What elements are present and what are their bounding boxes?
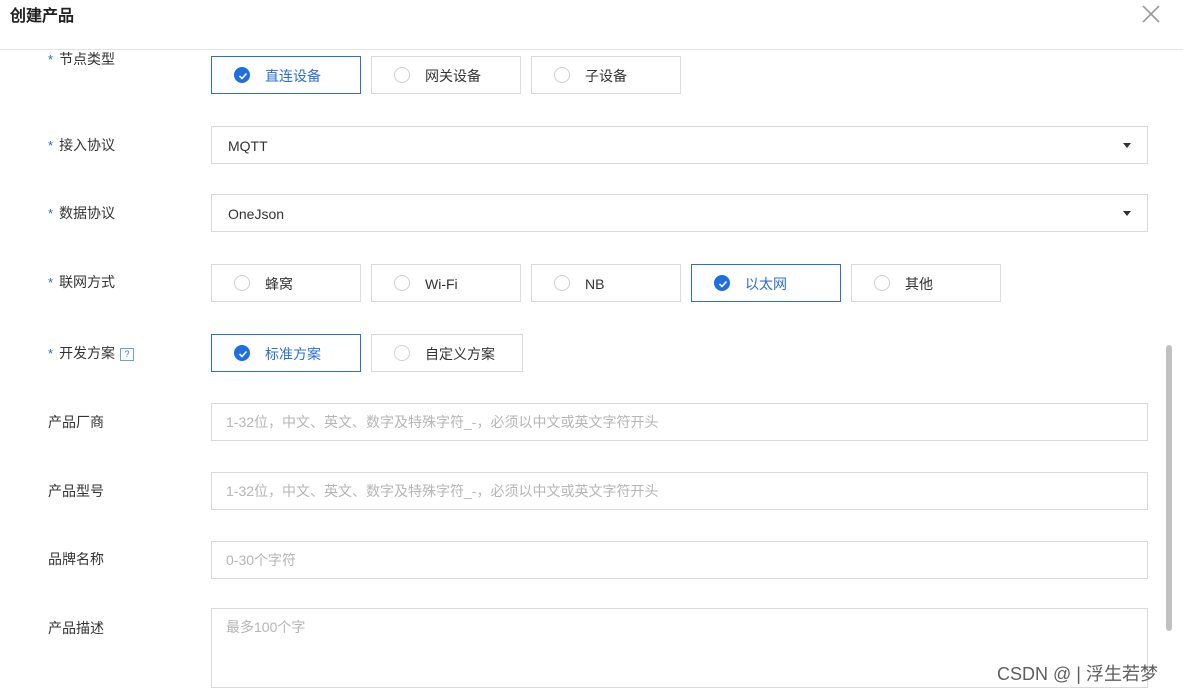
scrollbar[interactable] xyxy=(1163,51,1173,691)
brand-row: 品牌名称 xyxy=(0,541,1160,579)
watermark: CSDN @ | 浮生若梦 xyxy=(997,664,1158,684)
option-label: Wi-Fi xyxy=(425,276,458,292)
data-protocol-row: * 数据协议 OneJson xyxy=(0,194,1160,232)
select-value: MQTT xyxy=(228,138,268,154)
model-input[interactable] xyxy=(211,472,1148,510)
required-mark: * xyxy=(48,52,54,67)
brand-label: 品牌名称 xyxy=(48,551,104,567)
radio-icon xyxy=(394,345,410,361)
network-option-nb[interactable]: NB xyxy=(531,264,681,302)
network-option-cellular[interactable]: 蜂窝 xyxy=(211,264,361,302)
dialog-header: 创建产品 xyxy=(0,0,1183,50)
radio-icon xyxy=(554,275,570,291)
select-value: OneJson xyxy=(228,206,285,222)
brand-input[interactable] xyxy=(211,541,1148,579)
data-protocol-label: * 数据协议 xyxy=(48,205,116,221)
model-label: 产品型号 xyxy=(48,483,104,499)
scrollbar-thumb[interactable] xyxy=(1166,345,1172,631)
description-row: 产品描述 xyxy=(0,608,1160,691)
caret-down-icon xyxy=(1123,211,1131,216)
option-label: 子设备 xyxy=(585,68,627,84)
option-label: 自定义方案 xyxy=(425,346,495,362)
radio-icon xyxy=(874,275,890,291)
option-label: 蜂窝 xyxy=(265,276,293,292)
network-option-wifi[interactable]: Wi-Fi xyxy=(371,264,521,302)
model-row: 产品型号 xyxy=(0,472,1160,510)
checked-icon xyxy=(234,345,250,361)
description-label: 产品描述 xyxy=(48,620,104,636)
checked-icon xyxy=(234,67,250,83)
checked-icon xyxy=(714,275,730,291)
network-mode-label: * 联网方式 xyxy=(48,274,116,290)
option-label: 标准方案 xyxy=(265,346,321,362)
manufacturer-input[interactable] xyxy=(211,403,1148,441)
option-label: 其他 xyxy=(905,276,933,292)
dev-plan-row: * 开发方案? 标准方案 自定义方案 xyxy=(0,334,1160,372)
radio-icon xyxy=(554,67,570,83)
option-label: 直连设备 xyxy=(265,68,321,84)
network-option-other[interactable]: 其他 xyxy=(851,264,1001,302)
network-option-ethernet[interactable]: 以太网 xyxy=(691,264,841,302)
dev-plan-label: * 开发方案? xyxy=(48,343,135,363)
network-mode-row: * 联网方式 蜂窝 Wi-Fi NB 以太网 其他 xyxy=(0,264,1160,302)
node-type-row: * 节点类型 直连设备 网关设备 子设备 xyxy=(0,51,1160,94)
access-protocol-row: * 接入协议 MQTT xyxy=(0,126,1160,164)
dialog-body: *节点类型 直连设备 网关设备 子设备 *接入协议 MQTT *数据协议 xyxy=(0,51,1183,691)
dev-plan-option-custom[interactable]: 自定义方案 xyxy=(371,334,523,372)
manufacturer-label: 产品厂商 xyxy=(48,414,104,430)
node-type-label: * 节点类型 xyxy=(48,51,116,67)
option-label: NB xyxy=(585,276,605,292)
option-label: 以太网 xyxy=(745,276,787,292)
radio-icon xyxy=(394,275,410,291)
node-type-option-subdevice[interactable]: 子设备 xyxy=(531,56,681,94)
dev-plan-option-standard[interactable]: 标准方案 xyxy=(211,334,361,372)
data-protocol-select[interactable]: OneJson xyxy=(211,194,1148,232)
help-icon[interactable]: ? xyxy=(120,348,135,361)
radio-icon xyxy=(394,67,410,83)
option-label: 网关设备 xyxy=(425,68,481,84)
node-type-option-gateway[interactable]: 网关设备 xyxy=(371,56,521,94)
node-type-option-direct[interactable]: 直连设备 xyxy=(211,56,361,94)
caret-down-icon xyxy=(1123,143,1131,148)
radio-icon xyxy=(234,275,250,291)
access-protocol-label: * 接入协议 xyxy=(48,137,116,153)
dialog-title: 创建产品 xyxy=(10,8,75,25)
manufacturer-row: 产品厂商 xyxy=(0,403,1160,441)
close-icon[interactable] xyxy=(1140,3,1162,25)
access-protocol-select[interactable]: MQTT xyxy=(211,126,1148,164)
